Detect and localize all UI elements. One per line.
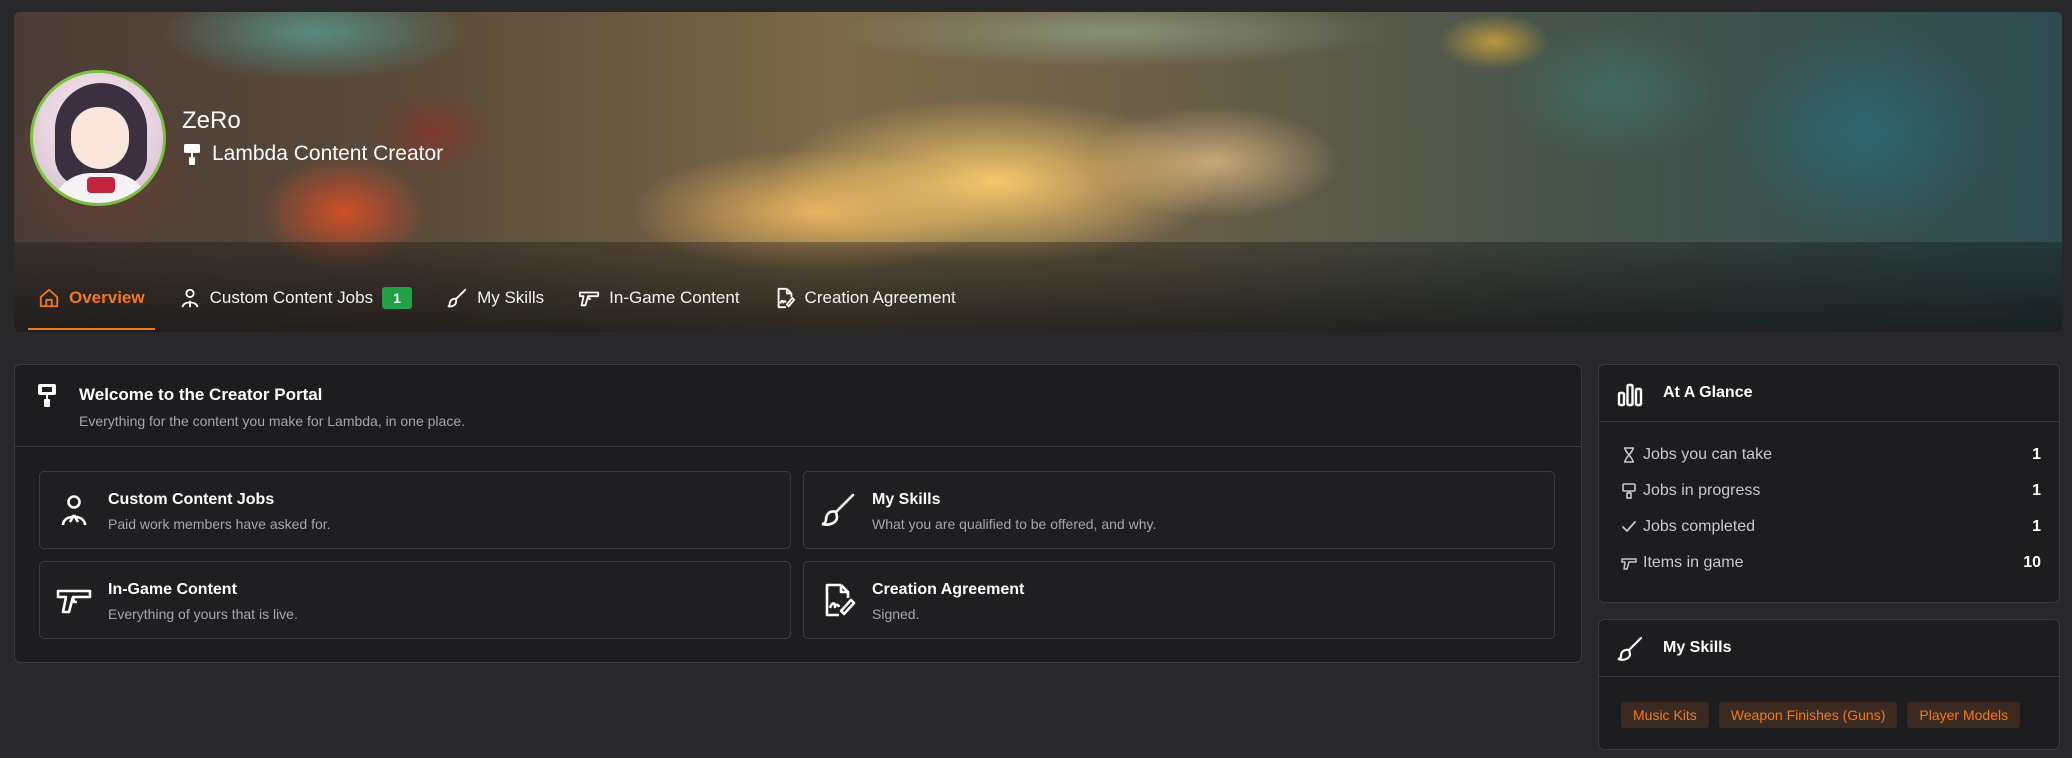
stat-value: 1 bbox=[2032, 518, 2041, 535]
stat-row-jobs-completed: Jobs completed 1 bbox=[1621, 509, 2041, 545]
tile-in-game-content[interactable]: In-Game Content Everything of yours that… bbox=[39, 561, 791, 639]
tile-title: My Skills bbox=[872, 491, 941, 508]
profile-name: ZeRo bbox=[182, 107, 241, 134]
jobs-count-badge: 1 bbox=[382, 287, 413, 309]
profile-banner: ZeRo Lambda Content Creator Overview Cus… bbox=[14, 12, 2062, 332]
tab-creation-agreement[interactable]: Creation Agreement bbox=[760, 264, 970, 332]
creator-portal-page: ZeRo Lambda Content Creator Overview Cus… bbox=[0, 0, 2072, 758]
glance-title: At A Glance bbox=[1663, 384, 1753, 401]
worker-icon bbox=[181, 288, 198, 308]
worker-icon bbox=[61, 495, 87, 526]
brush-icon bbox=[821, 493, 855, 526]
tab-label: Creation Agreement bbox=[804, 288, 956, 307]
tile-my-skills[interactable]: My Skills What you are qualified to be o… bbox=[803, 471, 1555, 549]
tile-title: Custom Content Jobs bbox=[108, 491, 275, 508]
quick-links-grid: Custom Content Jobs Paid work members ha… bbox=[39, 471, 1559, 639]
skill-chip-player-models[interactable]: Player Models bbox=[1907, 702, 2021, 728]
stat-label: Jobs in progress bbox=[1643, 482, 1761, 499]
hourglass-icon bbox=[1624, 447, 1634, 463]
welcome-card: Welcome to the Creator Portal Everything… bbox=[14, 364, 1582, 663]
tile-creation-agreement[interactable]: Creation Agreement Signed. bbox=[803, 561, 1555, 639]
paint-roller-icon bbox=[1622, 483, 1636, 499]
tab-my-skills[interactable]: My Skills bbox=[432, 264, 558, 332]
stat-list: Jobs you can take 1 Jobs in progress 1 J… bbox=[1621, 437, 2041, 581]
paint-roller-icon bbox=[184, 144, 200, 165]
bar-chart-icon bbox=[1617, 383, 1643, 407]
profile-tabs: Overview Custom Content Jobs 1 My Skills bbox=[14, 264, 2062, 332]
stat-row-items-in-game: Items in game 10 bbox=[1621, 545, 2041, 581]
my-skills-card: My Skills Music Kits Weapon Finishes (Gu… bbox=[1598, 619, 2060, 750]
gun-icon bbox=[1621, 558, 1637, 570]
tile-custom-content-jobs[interactable]: Custom Content Jobs Paid work members ha… bbox=[39, 471, 791, 549]
welcome-header: Welcome to the Creator Portal Everything… bbox=[15, 365, 1581, 447]
signed-document-icon bbox=[777, 287, 795, 309]
welcome-subtitle: Everything for the content you make for … bbox=[79, 413, 466, 429]
skills-title: My Skills bbox=[1663, 639, 1732, 656]
tile-title: In-Game Content bbox=[108, 581, 237, 598]
profile-role-label: Lambda Content Creator bbox=[212, 142, 444, 165]
stat-value: 10 bbox=[2023, 554, 2041, 571]
tab-label: In-Game Content bbox=[609, 288, 740, 307]
skill-chips: Music Kits Weapon Finishes (Guns) Player… bbox=[1621, 702, 2021, 728]
stat-label: Jobs completed bbox=[1643, 518, 1756, 535]
tab-label: Overview bbox=[69, 288, 145, 307]
stat-label: Items in game bbox=[1643, 554, 1744, 571]
tile-description: Everything of yours that is live. bbox=[108, 606, 298, 622]
tile-description: What you are qualified to be offered, an… bbox=[872, 516, 1157, 532]
signed-document-icon bbox=[825, 583, 856, 617]
tile-description: Paid work members have asked for. bbox=[108, 516, 331, 532]
brush-icon bbox=[447, 288, 467, 308]
check-icon bbox=[1622, 521, 1636, 533]
tab-label: Custom Content Jobs bbox=[209, 288, 374, 307]
gun-icon bbox=[579, 291, 600, 307]
tab-label: My Skills bbox=[477, 288, 545, 307]
tab-overview[interactable]: Overview bbox=[24, 264, 159, 332]
tile-description: Signed. bbox=[872, 606, 920, 622]
home-icon bbox=[39, 288, 59, 308]
stat-value: 1 bbox=[2032, 482, 2041, 499]
profile-role: Lambda Content Creator bbox=[182, 142, 443, 166]
paint-roller-icon bbox=[38, 384, 56, 407]
stat-row-jobs-in-progress: Jobs in progress 1 bbox=[1621, 473, 2041, 509]
skill-chip-music-kits[interactable]: Music Kits bbox=[1621, 702, 1709, 728]
stat-row-jobs-available: Jobs you can take 1 bbox=[1621, 437, 2041, 473]
tab-custom-content-jobs[interactable]: Custom Content Jobs 1 bbox=[165, 264, 426, 332]
tile-title: Creation Agreement bbox=[872, 581, 1025, 598]
glance-header: At A Glance bbox=[1599, 365, 2059, 422]
avatar bbox=[30, 70, 166, 206]
stat-label: Jobs you can take bbox=[1643, 446, 1772, 463]
welcome-title: Welcome to the Creator Portal bbox=[79, 385, 323, 404]
skill-chip-weapon-finishes[interactable]: Weapon Finishes (Guns) bbox=[1718, 702, 1898, 728]
brush-icon bbox=[1617, 636, 1643, 661]
at-a-glance-card: At A Glance Jobs you can take 1 Jobs in … bbox=[1598, 364, 2060, 603]
stat-value: 1 bbox=[2032, 446, 2041, 463]
skills-header: My Skills bbox=[1599, 620, 2059, 677]
gun-icon bbox=[56, 589, 92, 614]
tab-in-game-content[interactable]: In-Game Content bbox=[564, 264, 753, 332]
